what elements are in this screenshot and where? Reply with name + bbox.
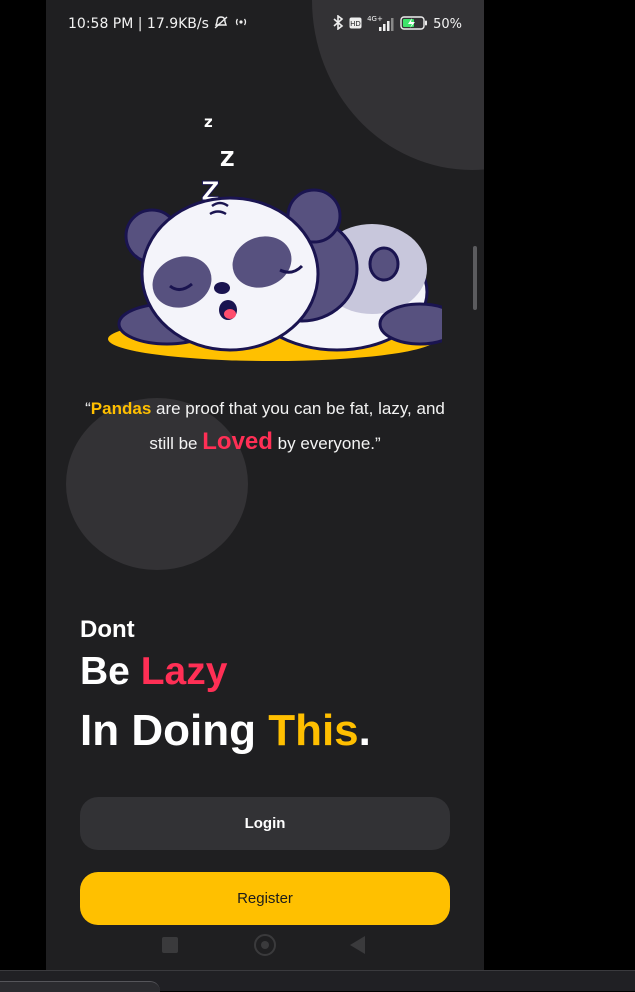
svg-text:Z: Z [220, 147, 235, 171]
headline-in-doing-this: In Doing This. [80, 706, 371, 756]
panda-quote: “Pandas are proof that you can be fat, l… [74, 392, 456, 460]
status-right: HD 4G+ 50% [333, 14, 462, 34]
quote-text-2: by everyone.” [272, 434, 381, 453]
headline-dont: Dont [80, 616, 135, 643]
bluetooth-icon [333, 14, 344, 34]
login-button[interactable]: Login [80, 797, 450, 850]
signal-icon: 4G+ [367, 15, 395, 32]
register-button[interactable]: Register [80, 872, 450, 925]
system-nav-bar [46, 928, 484, 962]
nav-recents-icon[interactable] [162, 937, 178, 953]
register-button-label: Register [237, 890, 293, 907]
nav-back-icon[interactable] [350, 936, 365, 954]
scrollbar[interactable] [473, 246, 477, 310]
login-button-label: Login [244, 815, 286, 832]
headline-be: Be [80, 650, 141, 693]
status-bar: 10:58 PM | 17.9KB/s HD 4G+ 50% [46, 0, 484, 48]
status-time: 10:58 PM | 17.9KB/s [68, 16, 209, 32]
nav-home-dot [261, 941, 269, 949]
desktop-taskbar [0, 970, 635, 992]
phone-screen: 10:58 PM | 17.9KB/s HD 4G+ 50% z Z Z “Pa… [46, 0, 484, 970]
headline-be-lazy: Be Lazy [80, 650, 227, 694]
headline-in-doing: In Doing [80, 706, 269, 755]
volte-icon: HD [349, 17, 362, 33]
nav-home-icon[interactable] [254, 934, 276, 956]
svg-text:z: z [204, 113, 213, 131]
taskbar-tab[interactable] [0, 981, 160, 992]
battery-level: 50% [433, 17, 462, 32]
headline-this: This [268, 706, 359, 755]
quote-highlight-loved: Loved [202, 428, 273, 455]
headline-lazy: Lazy [140, 650, 228, 693]
quote-highlight-pandas: Pandas [90, 399, 152, 418]
svg-text:HD: HD [350, 20, 361, 28]
battery-icon [400, 15, 428, 34]
headline-period: . [358, 706, 371, 755]
mute-icon [213, 16, 233, 32]
hotspot-icon [234, 16, 248, 32]
status-left: 10:58 PM | 17.9KB/s [68, 16, 248, 32]
panda-illustration: z Z Z [108, 113, 442, 361]
